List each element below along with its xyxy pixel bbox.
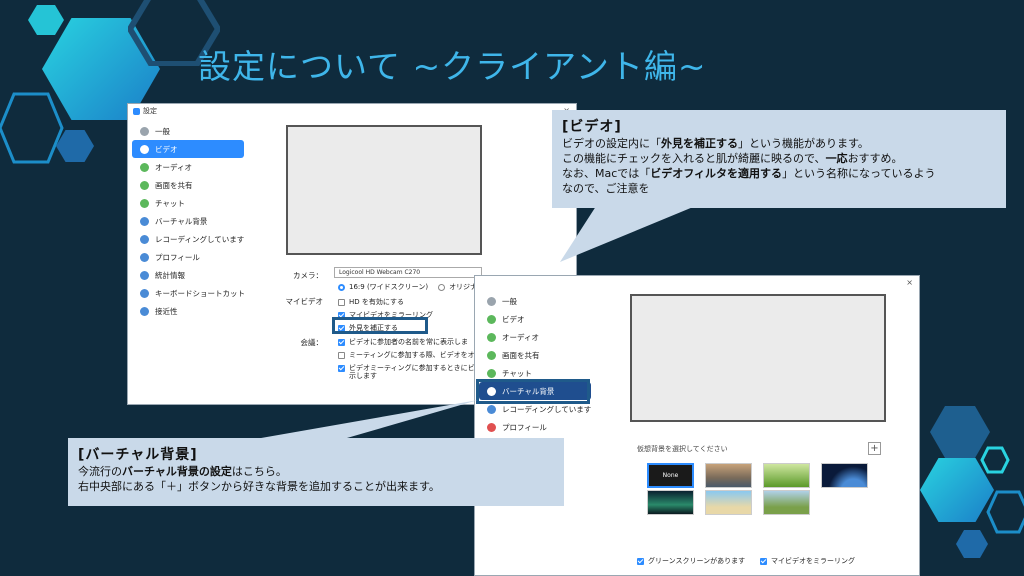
callout-video-line: なお、Macでは「ビデオフィルタを適用する」という名称になっているよう: [562, 167, 936, 180]
callout-video-title: [ビデオ]: [562, 119, 622, 135]
callout-video-line: ビデオの設定内に「外見を補正する」という機能があります。: [562, 137, 869, 150]
callout-virtual-line: 右中央部にある「＋」ボタンから好きな背景を追加することが出来ます。: [78, 480, 440, 493]
callout-virtual-title: [バーチャル背景]: [78, 447, 198, 463]
callout-video-line: なので、ご注意を: [562, 182, 650, 195]
callout-video-line: この機能にチェックを入れると肌が綺麗に映るので、一応おすすめ。: [562, 152, 903, 165]
callout-virtual-background: [バーチャル背景] 今流行のバーチャル背景の設定はこちら。 右中央部にある「＋」…: [68, 438, 564, 506]
callout-virtual-line: 今流行のバーチャル背景の設定はこちら。: [78, 465, 287, 478]
callout-video: [ビデオ] ビデオの設定内に「外見を補正する」という機能があります。 この機能に…: [552, 110, 1006, 208]
